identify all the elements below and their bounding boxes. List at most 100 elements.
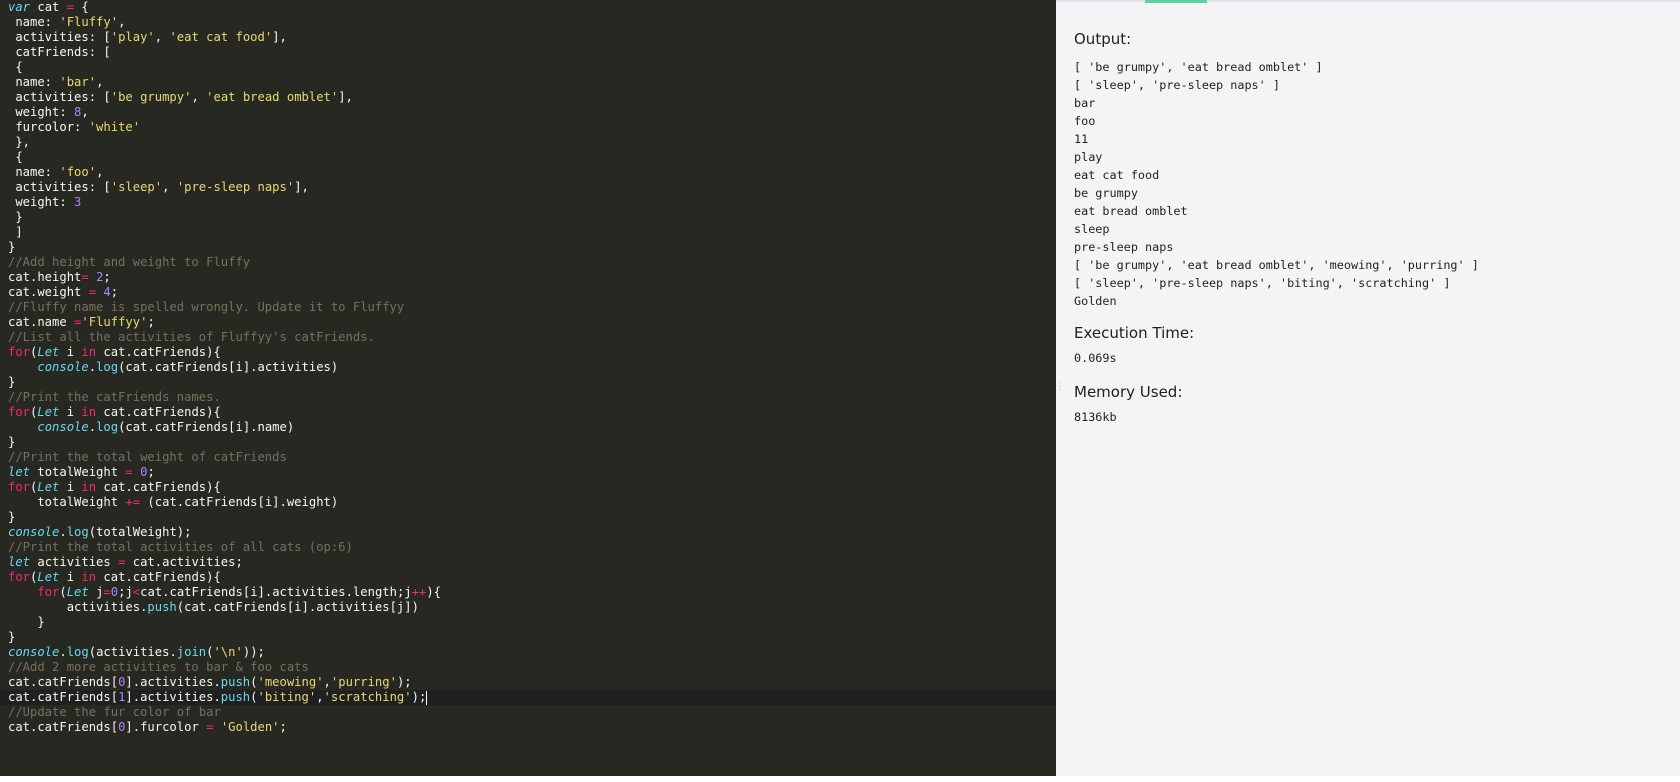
- output-line: eat cat food: [1074, 168, 1160, 182]
- code-token: 'biting': [257, 690, 317, 704]
- code-token: ));: [242, 645, 265, 659]
- code-line[interactable]: catFriends: [: [8, 45, 1056, 60]
- code-line[interactable]: activities: ['be grumpy', 'eat bread omb…: [8, 90, 1056, 105]
- code-token: console: [8, 645, 60, 659]
- code-token: 'meowing': [257, 675, 324, 689]
- code-line[interactable]: totalWeight += (cat.catFriends[i].weight…: [8, 495, 1056, 510]
- code-line[interactable]: console.log(totalWeight);: [8, 525, 1056, 540]
- code-token: join: [176, 645, 207, 659]
- code-line[interactable]: cat.catFriends[0].furcolor = 'Golden';: [8, 720, 1056, 735]
- code-line[interactable]: name: 'bar',: [8, 75, 1056, 90]
- code-token: name:: [8, 75, 60, 89]
- code-token: //Add height and weight to Fluffy: [8, 255, 251, 269]
- code-token: ],: [338, 90, 353, 104]
- code-token: =: [103, 585, 111, 599]
- code-line[interactable]: cat.height= 2;: [8, 270, 1056, 285]
- code-line[interactable]: weight: 8,: [8, 105, 1056, 120]
- code-line[interactable]: //Add 2 more activities to bar & foo cat…: [8, 660, 1056, 675]
- code-line[interactable]: cat.catFriends[0].activities.push('meowi…: [8, 675, 1056, 690]
- code-line[interactable]: ]: [8, 225, 1056, 240]
- code-token: ;: [279, 720, 287, 734]
- active-tab-indicator: [1145, 0, 1207, 3]
- code-token: cat.catFriends[: [8, 690, 119, 704]
- code-token: 'Golden': [220, 720, 280, 734]
- code-token: cat.name: [8, 315, 75, 329]
- code-line[interactable]: }: [8, 240, 1056, 255]
- code-line[interactable]: activities: ['play', 'eat cat food'],: [8, 30, 1056, 45]
- code-area[interactable]: var cat = { name: 'Fluffy', activities: …: [0, 0, 1056, 735]
- code-line[interactable]: }: [8, 615, 1056, 630]
- code-line[interactable]: //List all the activities of Fluffyy's c…: [8, 330, 1056, 345]
- code-token: +=: [125, 495, 141, 509]
- code-line[interactable]: }: [8, 510, 1056, 525]
- code-line[interactable]: let totalWeight = 0;: [8, 465, 1056, 480]
- output-line: be grumpy: [1074, 186, 1138, 200]
- code-line[interactable]: }: [8, 375, 1056, 390]
- code-line[interactable]: for(Let i in cat.catFriends){: [8, 345, 1056, 360]
- code-token: ,: [118, 15, 126, 29]
- text-cursor: [426, 690, 428, 705]
- code-token: .: [59, 525, 67, 539]
- code-line[interactable]: //Update the fur color of bar: [8, 705, 1056, 720]
- code-line[interactable]: {: [8, 60, 1056, 75]
- code-token: 'Fluffyy': [81, 315, 148, 329]
- code-token: (: [206, 645, 214, 659]
- code-token: 4: [103, 285, 111, 299]
- code-line[interactable]: cat.weight = 4;: [8, 285, 1056, 300]
- code-token: ;: [103, 270, 111, 284]
- code-line[interactable]: console.log(cat.catFriends[i].name): [8, 420, 1056, 435]
- code-line[interactable]: //Print the total activities of all cats…: [8, 540, 1056, 555]
- code-token: 'eat cat food': [169, 30, 273, 44]
- code-token: =: [125, 465, 133, 479]
- code-token: Let: [37, 480, 60, 494]
- code-line[interactable]: furcolor: 'white': [8, 120, 1056, 135]
- code-token: furcolor:: [8, 120, 89, 134]
- code-line[interactable]: console.log(activities.join('\n'));: [8, 645, 1056, 660]
- code-line[interactable]: }: [8, 435, 1056, 450]
- memory-used-value: 8136kb: [1074, 410, 1117, 424]
- code-line[interactable]: activities.push(cat.catFriends[i].activi…: [8, 600, 1056, 615]
- output-line: bar: [1074, 96, 1096, 110]
- code-token: for: [8, 480, 31, 494]
- code-line[interactable]: }: [8, 630, 1056, 645]
- code-token: (: [250, 675, 258, 689]
- code-token: for: [37, 585, 60, 599]
- code-token: (cat.catFriends[i].weight): [140, 495, 339, 509]
- code-token: ;j: [118, 585, 133, 599]
- memory-used-title: Memory Used:: [1074, 383, 1183, 401]
- code-line[interactable]: console.log(cat.catFriends[i].activities…: [8, 360, 1056, 375]
- code-line[interactable]: let activities = cat.activities;: [8, 555, 1056, 570]
- code-token: =: [81, 270, 89, 284]
- code-line[interactable]: {: [8, 150, 1056, 165]
- code-line[interactable]: }: [8, 210, 1056, 225]
- code-token: cat.catFriends){: [96, 480, 221, 494]
- code-line[interactable]: for(Let i in cat.catFriends){: [8, 480, 1056, 495]
- code-line[interactable]: var cat = {: [8, 0, 1056, 15]
- code-line[interactable]: weight: 3: [8, 195, 1056, 210]
- code-token: //Print the total activities of all cats…: [8, 540, 353, 554]
- code-line[interactable]: for(Let i in cat.catFriends){: [8, 570, 1056, 585]
- code-line[interactable]: for(Let i in cat.catFriends){: [8, 405, 1056, 420]
- code-line[interactable]: activities: ['sleep', 'pre-sleep naps'],: [8, 180, 1056, 195]
- panel-resize-handle[interactable]: ⋮: [1055, 382, 1065, 402]
- code-line[interactable]: for(Let j=0;j<cat.catFriends[i].activiti…: [8, 585, 1056, 600]
- code-line[interactable]: name: 'foo',: [8, 165, 1056, 180]
- code-line[interactable]: //Print the catFriends names.: [8, 390, 1056, 405]
- output-line: [ 'sleep', 'pre-sleep naps' ]: [1074, 78, 1280, 92]
- code-line[interactable]: cat.name ='Fluffyy';: [8, 315, 1056, 330]
- code-token: cat.activities;: [125, 555, 243, 569]
- code-editor[interactable]: var cat = { name: 'Fluffy', activities: …: [0, 0, 1056, 776]
- code-token: );: [411, 690, 427, 704]
- code-token: for: [8, 570, 31, 584]
- output-title: Output:: [1074, 30, 1132, 48]
- code-line[interactable]: name: 'Fluffy',: [8, 15, 1056, 30]
- code-line[interactable]: },: [8, 135, 1056, 150]
- output-line: sleep: [1074, 222, 1110, 236]
- code-line[interactable]: //Fluffy name is spelled wrongly. Update…: [8, 300, 1056, 315]
- code-line[interactable]: //Add height and weight to Fluffy: [8, 255, 1056, 270]
- code-token: 'scratching': [323, 690, 412, 704]
- code-line[interactable]: //Print the total weight of catFriends: [8, 450, 1056, 465]
- code-token: .: [88, 360, 97, 374]
- code-line[interactable]: cat.catFriends[1].activities.push('bitin…: [0, 690, 1056, 705]
- output-line: play: [1074, 150, 1103, 164]
